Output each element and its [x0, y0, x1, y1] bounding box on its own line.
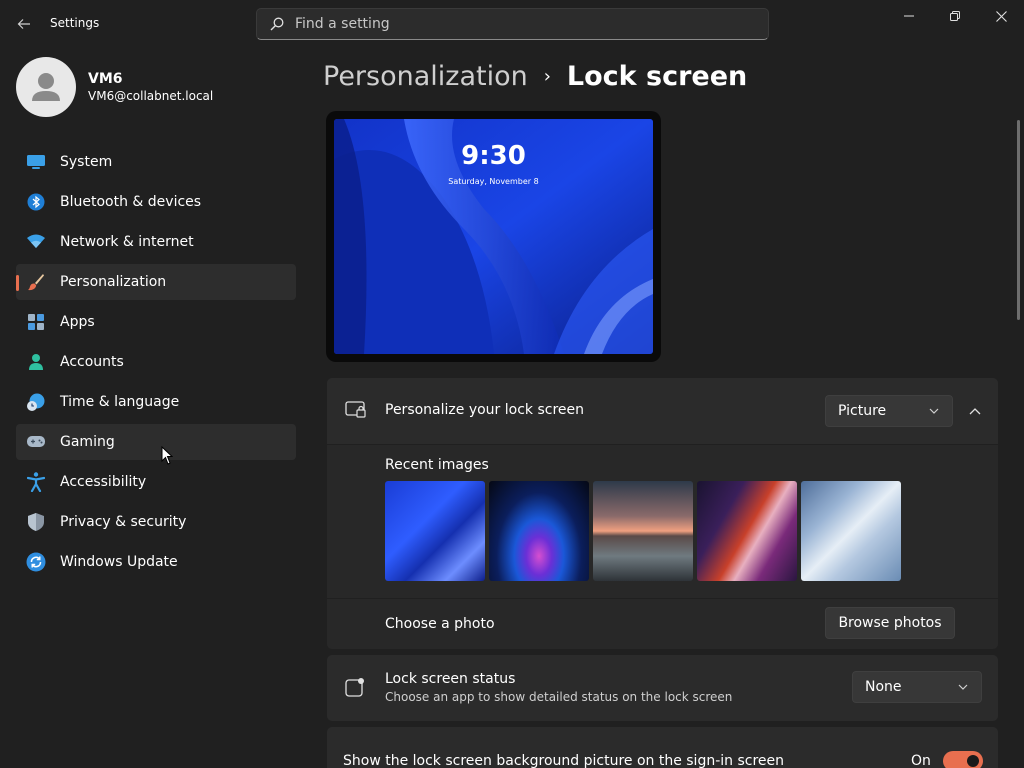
sidebar-item-bluetooth[interactable]: Bluetooth & devices: [16, 184, 296, 220]
sidebar-item-label: Windows Update: [60, 554, 178, 570]
gamepad-icon: [26, 432, 46, 452]
status-app-dropdown[interactable]: None: [852, 671, 982, 703]
sidebar-item-label: Personalization: [60, 274, 167, 290]
signin-title: Show the lock screen background picture …: [343, 753, 785, 768]
recent-images-list: [385, 481, 905, 581]
restore-button[interactable]: [932, 0, 978, 32]
bluetooth-icon: [26, 192, 46, 212]
sidebar-item-apps[interactable]: Apps: [16, 304, 296, 340]
close-button[interactable]: [978, 0, 1024, 32]
breadcrumb-separator: ›: [543, 65, 551, 87]
mouse-cursor-icon: [161, 446, 173, 465]
page-title: Lock screen: [566, 60, 748, 92]
search-input[interactable]: [295, 16, 735, 32]
sidebar-item-privacy[interactable]: Privacy & security: [16, 504, 296, 540]
search-icon: [269, 16, 285, 32]
signin-background-toggle[interactable]: [943, 751, 983, 768]
recent-images-section: Recent images: [327, 445, 998, 598]
recent-image-5[interactable]: [801, 481, 901, 581]
accessibility-icon: [26, 472, 46, 492]
choose-photo-row: Choose a photo Browse photos: [327, 599, 998, 649]
chevron-up-icon: [969, 408, 981, 415]
back-button[interactable]: [8, 8, 40, 40]
accounts-icon: [26, 352, 46, 372]
sidebar-item-time-language[interactable]: Time & language: [16, 384, 296, 420]
browse-photos-button[interactable]: Browse photos: [825, 607, 955, 639]
recent-image-3[interactable]: [593, 481, 693, 581]
recent-image-1[interactable]: [385, 481, 485, 581]
status-app-icon: [345, 677, 365, 697]
sidebar-item-network[interactable]: Network & internet: [16, 224, 296, 260]
sidebar-item-label: Accessibility: [60, 474, 147, 490]
time-language-icon: [26, 392, 46, 412]
toggle-knob: [967, 755, 979, 767]
wifi-icon: [26, 232, 46, 252]
dropdown-value: Picture: [838, 403, 887, 419]
back-arrow-icon: [17, 19, 30, 29]
sidebar-item-label: Gaming: [60, 434, 115, 450]
sidebar-item-label: Apps: [60, 314, 95, 330]
signin-background-row: Show the lock screen background picture …: [327, 727, 998, 768]
sidebar-item-accounts[interactable]: Accounts: [16, 344, 296, 380]
user-email: VM6@collabnet.local: [88, 89, 214, 103]
breadcrumb-parent[interactable]: Personalization: [323, 61, 528, 92]
recent-images-label: Recent images: [385, 457, 489, 473]
sidebar-item-gaming[interactable]: Gaming: [16, 424, 296, 460]
sidebar-nav: System Bluetooth & devices Network & int…: [16, 144, 296, 584]
recent-image-2[interactable]: [489, 481, 589, 581]
minimize-icon: [904, 15, 914, 17]
status-subtitle: Choose an app to show detailed status on…: [385, 690, 733, 704]
preview-date: Saturday, November 8: [448, 177, 539, 186]
status-title: Lock screen status: [385, 671, 516, 687]
sidebar-item-personalization[interactable]: Personalization: [16, 264, 296, 300]
toggle-state-label: On: [911, 753, 931, 768]
sidebar-item-accessibility[interactable]: Accessibility: [16, 464, 296, 500]
lock-screen-preview: 9:30 Saturday, November 8: [326, 111, 661, 362]
sidebar-item-label: System: [60, 154, 113, 170]
user-profile[interactable]: VM6 VM6@collabnet.local: [16, 57, 213, 117]
update-icon: [26, 552, 46, 572]
shield-icon: [26, 512, 46, 532]
chevron-down-icon: [957, 681, 969, 693]
sidebar-item-label: Time & language: [60, 394, 180, 410]
sidebar-item-label: Bluetooth & devices: [60, 194, 202, 210]
search-box[interactable]: [256, 8, 769, 40]
personalize-title: Personalize your lock screen: [385, 402, 584, 418]
sidebar-item-label: Network & internet: [60, 234, 194, 250]
selection-indicator: [16, 275, 19, 291]
system-icon: [26, 152, 46, 172]
user-name: VM6: [88, 71, 123, 87]
apps-icon: [26, 312, 46, 332]
close-icon: [995, 10, 1007, 22]
sidebar-item-label: Privacy & security: [60, 514, 187, 530]
background-type-dropdown[interactable]: Picture: [825, 395, 953, 427]
avatar: [16, 57, 76, 117]
brush-icon: [26, 272, 46, 292]
minimize-button[interactable]: [886, 0, 932, 32]
lock-screen-icon: [345, 401, 366, 421]
dropdown-value: None: [865, 679, 902, 695]
sidebar-item-label: Accounts: [60, 354, 124, 370]
sidebar-item-system[interactable]: System: [16, 144, 296, 180]
title-bar: Settings: [0, 0, 1024, 48]
app-title: Settings: [50, 16, 100, 30]
lock-screen-status-row: Lock screen status Choose an app to show…: [327, 655, 998, 721]
scrollbar[interactable]: [1017, 120, 1020, 320]
recent-image-4[interactable]: [697, 481, 797, 581]
sidebar-item-windows-update[interactable]: Windows Update: [16, 544, 296, 580]
chevron-down-icon: [928, 405, 940, 417]
personalize-lock-screen-row[interactable]: Personalize your lock screen Picture: [327, 378, 998, 444]
collapse-button[interactable]: [963, 400, 987, 422]
preview-wallpaper: 9:30 Saturday, November 8: [334, 119, 653, 354]
breadcrumb: Personalization › Lock screen: [323, 58, 747, 94]
user-icon: [32, 73, 60, 101]
restore-icon: [950, 11, 960, 21]
choose-photo-label: Choose a photo: [385, 616, 495, 632]
preview-clock: 9:30: [461, 141, 526, 171]
